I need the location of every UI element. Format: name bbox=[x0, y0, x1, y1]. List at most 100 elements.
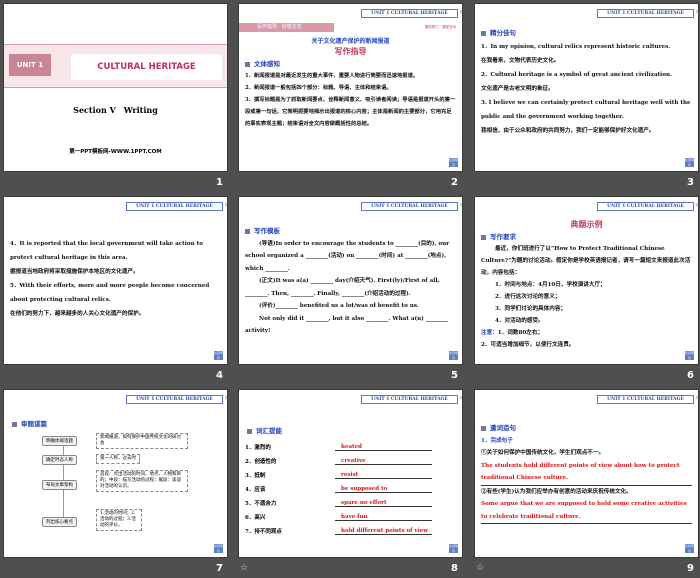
vocab-row: 1．激烈的 heated bbox=[245, 437, 432, 451]
slide-number: 4 bbox=[216, 370, 223, 381]
slide-number: 1 bbox=[216, 177, 223, 188]
slide-thumb-1[interactable]: UNIT 1 CULTURAL HERITAGE Section Ⅴ Writi… bbox=[0, 0, 233, 192]
flow-step: 明确体裁话题 bbox=[42, 436, 77, 446]
slide-9[interactable]: UNIT 1 CULTURAL HERITAGE 遣词造句 1．完成句子 ①关于… bbox=[474, 389, 699, 558]
slide-number: 5 bbox=[451, 370, 458, 381]
slide-number: 7 bbox=[216, 563, 223, 574]
line: 2．新闻报道一般包括四个部分：标题、导语、主体和结束语。 bbox=[245, 85, 392, 91]
flow-detail: 第一人称，过去时 bbox=[96, 454, 140, 464]
slide-thumb-2[interactable]: UNIT 1 CULTURAL HERITAGE 写作指导 · 妙笔生花 课前预… bbox=[235, 0, 468, 192]
unit-header: UNIT 1 CULTURAL HERITAGE bbox=[361, 8, 462, 18]
slide-thumb-5[interactable]: UNIT 1 CULTURAL HERITAGE 写作模板 (导语)In ord… bbox=[235, 193, 468, 385]
slide-number: 9 bbox=[687, 563, 694, 574]
slide-5[interactable]: UNIT 1 CULTURAL HERITAGE 写作模板 (导语)In ord… bbox=[238, 196, 463, 365]
unit-badge: UNIT 1 bbox=[9, 54, 51, 76]
slide-title: CULTURAL HERITAGE bbox=[71, 54, 222, 80]
tab-right: 课前预习 · 课堂互动 bbox=[424, 25, 456, 29]
vocab-list: 1．激烈的 heated 2．创造性的 creative 3．抵制 resist 4．应该 b… bbox=[245, 437, 432, 535]
slide-2[interactable]: UNIT 1 CULTURAL HERITAGE 写作指导 · 妙笔生花 课前预… bbox=[238, 3, 463, 172]
slide-thumb-3[interactable]: UNIT 1 CULTURAL HERITAGE 精分佳句 1．In my op… bbox=[471, 0, 700, 192]
unit-header: UNIT 1 CULTURAL HERITAGE bbox=[361, 394, 462, 404]
line: 我相信，由于公众和政府的共同努力，我们一定能够保护好文化遗产。 bbox=[481, 128, 655, 134]
vocab-cn: 5．不遗余力 bbox=[245, 501, 277, 507]
line: 在我看来，文物代表历史文化。 bbox=[481, 58, 560, 64]
intro: 最近，你们班进行了以“How to Protect Traditional Ch… bbox=[481, 246, 691, 276]
slide-thumb-4[interactable]: UNIT 1 CULTURAL HERITAGE 4．It is reporte… bbox=[0, 193, 233, 385]
note: 2．可适当增加细节，以使行文连贯。 bbox=[481, 342, 575, 348]
vocab-en: be supposed to bbox=[335, 486, 432, 493]
vocab-en: have fun bbox=[335, 514, 432, 521]
line: 文化遗产是古老文明的象征。 bbox=[481, 86, 554, 92]
section-heading: 写作要求 bbox=[481, 231, 692, 243]
slide-thumb-8[interactable]: UNIT 1 CULTURAL HERITAGE 词汇提能 1．激烈的 heate… bbox=[235, 386, 468, 578]
slide-number: 3 bbox=[687, 177, 694, 188]
item: 1．时间与地点：4月10日，学校演讲大厅； bbox=[495, 282, 606, 288]
unit-header: UNIT 1 CULTURAL HERITAGE bbox=[597, 8, 698, 18]
vocab-en: resist bbox=[335, 472, 432, 479]
flow-step: 布局文章架构 bbox=[42, 480, 77, 490]
back-button[interactable]: 栏目导引 bbox=[685, 351, 694, 360]
vocab-en: heated bbox=[335, 444, 432, 451]
section-heading: 词汇提能 bbox=[247, 425, 282, 435]
back-button[interactable]: 栏目导引 bbox=[685, 158, 694, 167]
back-button[interactable]: 栏目导引 bbox=[449, 544, 458, 553]
slide-thumb-7[interactable]: UNIT 1 CULTURAL HERITAGE 审题谋篇 明确体裁话题 确定时… bbox=[0, 386, 233, 578]
note: 1．词数80左右； bbox=[497, 330, 544, 336]
slide-7[interactable]: UNIT 1 CULTURAL HERITAGE 审题谋篇 明确体裁话题 确定时… bbox=[3, 389, 228, 558]
line: 5．With their efforts, more and more peop… bbox=[10, 283, 210, 303]
slide-3[interactable]: UNIT 1 CULTURAL HERITAGE 精分佳句 1．In my op… bbox=[474, 3, 699, 172]
flow-detail: 1.活动的时间；2.活动的过程；3.活动的评价。 bbox=[96, 509, 142, 531]
line: 1．In my opinion, cultural relics represe… bbox=[481, 44, 671, 50]
slide-8[interactable]: UNIT 1 CULTURAL HERITAGE 词汇提能 1．激烈的 heate… bbox=[238, 389, 463, 558]
vocab-cn: 4．应该 bbox=[245, 487, 266, 493]
section-heading: 审题谋篇 bbox=[12, 418, 47, 428]
answer: The students hold different points of vi… bbox=[481, 460, 692, 486]
section-heading: 写作模板 bbox=[245, 225, 456, 238]
slide-thumb-9[interactable]: UNIT 1 CULTURAL HERITAGE 遣词造句 1．完成句子 ①关于… bbox=[471, 386, 700, 578]
vocab-cn: 6．高兴 bbox=[245, 515, 266, 521]
back-button[interactable]: 栏目导引 bbox=[214, 351, 223, 360]
vocab-en: spare no effort bbox=[335, 500, 432, 507]
flow-detail: 新闻报道，如何保护中国传统文化的研讨会 bbox=[96, 433, 188, 449]
note-label: 注意： bbox=[481, 330, 498, 336]
line: 4．It is reported that the local governme… bbox=[10, 241, 203, 261]
vocab-row: 6．高兴 have fun bbox=[245, 507, 432, 521]
unit-header: UNIT 1 CULTURAL HERITAGE bbox=[597, 201, 698, 211]
banner: 写作指导 bbox=[334, 46, 367, 56]
vocab-cn: 1．激烈的 bbox=[245, 445, 271, 451]
star-icon[interactable]: ☆ bbox=[240, 563, 248, 573]
vocab-en: hold different points of view bbox=[335, 528, 432, 535]
flow-step: 确定时态人称 bbox=[42, 455, 77, 465]
vocab-cn: 3．抵制 bbox=[245, 473, 266, 479]
slide-thumb-6[interactable]: UNIT 1 CULTURAL HERITAGE 典题示例 写作要求 最近，你们… bbox=[471, 193, 700, 385]
flow-step: 列出核心要点 bbox=[42, 517, 77, 527]
answer: Some argue that we are supposed to hold … bbox=[481, 498, 692, 524]
line: 在他们的努力下，越来越多的人关心文化遗产的保护。 bbox=[10, 311, 145, 317]
section-heading: 遣词造句 bbox=[481, 422, 692, 435]
flow-detail: 首段：点出活动的时间、地点、人物和目的；中段：描写活动的过程；尾段：谈谈对活动的… bbox=[96, 470, 188, 492]
line: 1．新闻报道是对最近发生的重大事件、重要人物进行简要而迅速地报道。 bbox=[245, 73, 419, 79]
star-icon[interactable]: ☆ bbox=[476, 563, 484, 573]
sub-heading: 1．完成句子 bbox=[481, 437, 513, 444]
back-button[interactable]: 栏目导引 bbox=[449, 158, 458, 167]
subtitle: 关于文化遗产保护的新闻报道 bbox=[311, 38, 390, 45]
item: 3．同学们讨论的具体内容； bbox=[495, 306, 567, 312]
unit-header: UNIT 1 CULTURAL HERITAGE bbox=[126, 201, 227, 211]
question: ①关于如何保护中国传统文化，学生们观点不一。 bbox=[481, 450, 605, 456]
slide-number: 6 bbox=[687, 370, 694, 381]
section-heading: 精分佳句 bbox=[481, 26, 692, 40]
section-title: Section Ⅴ Writing bbox=[73, 105, 158, 115]
back-button[interactable]: 栏目导引 bbox=[214, 544, 223, 553]
section-tab: 写作指导 · 妙笔生花 bbox=[239, 23, 334, 32]
slide-1[interactable]: UNIT 1 CULTURAL HERITAGE Section Ⅴ Writi… bbox=[3, 3, 228, 172]
site-text: 第一PPT模板网-WWW.1PPT.COM bbox=[69, 149, 162, 155]
back-button[interactable]: 栏目导引 bbox=[685, 544, 694, 553]
back-button[interactable]: 栏目导引 bbox=[449, 351, 458, 360]
vocab-row: 3．抵制 resist bbox=[245, 465, 432, 479]
vocab-row: 7．持不同观点 hold different points of view bbox=[245, 521, 432, 535]
slide-6[interactable]: UNIT 1 CULTURAL HERITAGE 典题示例 写作要求 最近，你们… bbox=[474, 196, 699, 365]
slide-number: 8 bbox=[451, 563, 458, 574]
line: 据报道当地政府将采取措施保护本地区的文化遗产。 bbox=[10, 269, 139, 275]
slide-4[interactable]: UNIT 1 CULTURAL HERITAGE 4．It is reporte… bbox=[3, 196, 228, 365]
line: Not only did it ________, but it also __… bbox=[245, 315, 449, 335]
